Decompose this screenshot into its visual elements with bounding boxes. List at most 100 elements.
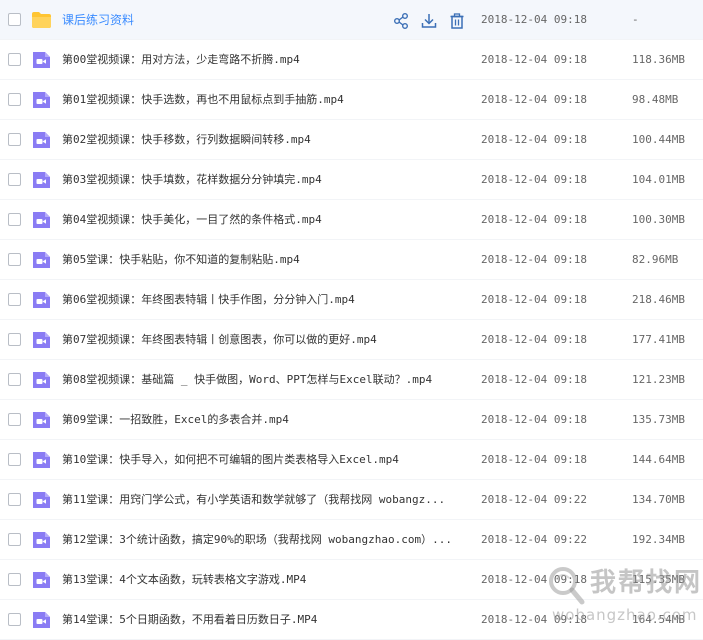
file-row[interactable]: 第05堂课：快手粘贴，你不知道的复制粘贴.mp4 2018-12-04 09:18… — [0, 240, 703, 280]
file-date: 2018-12-04 09:18 — [481, 213, 587, 226]
file-size: - — [632, 13, 639, 26]
row-checkbox[interactable] — [8, 173, 21, 186]
delete-icon[interactable] — [448, 12, 466, 30]
file-size: 192.34MB — [632, 533, 685, 546]
row-checkbox[interactable] — [8, 293, 21, 306]
video-file-icon — [31, 610, 52, 630]
row-checkbox[interactable] — [8, 453, 21, 466]
file-name-link[interactable]: 第14堂课：5个日期函数，不用看着日历数日子.MP4 — [62, 600, 317, 640]
file-row[interactable]: 第01堂视频课：快手选数，再也不用鼠标点到手抽筋.mp4 2018-12-04 0… — [0, 80, 703, 120]
file-size: 100.44MB — [632, 133, 685, 146]
row-checkbox[interactable] — [8, 493, 21, 506]
video-file-icon — [31, 570, 52, 590]
file-size: 98.48MB — [632, 93, 679, 106]
row-checkbox[interactable] — [8, 133, 21, 146]
file-size: 104.01MB — [632, 173, 685, 186]
file-date: 2018-12-04 09:18 — [481, 173, 587, 186]
file-row[interactable]: 第09堂课：一招致胜，Excel的多表合并.mp4 2018-12-04 09:1… — [0, 400, 703, 440]
file-size: 135.73MB — [632, 413, 685, 426]
video-file-icon — [31, 130, 52, 150]
file-name-link[interactable]: 第11堂课：用窍门学公式，有小学英语和数学就够了（我帮找网 wobangz... — [62, 480, 445, 520]
file-row[interactable]: 第07堂视频课：年终图表特辑丨创意图表，你可以做的更好.mp4 2018-12-0… — [0, 320, 703, 360]
file-date: 2018-12-04 09:18 — [481, 333, 587, 346]
row-checkbox[interactable] — [8, 93, 21, 106]
download-icon[interactable] — [420, 12, 438, 30]
file-name-link[interactable]: 第06堂视频课：年终图表特辑丨快手作图，分分钟入门.mp4 — [62, 280, 355, 320]
folder-name-link[interactable]: 课后练习资料 — [62, 0, 134, 40]
file-name-link[interactable]: 第02堂视频课：快手移数，行列数据瞬间转移.mp4 — [62, 120, 311, 160]
video-file-icon — [31, 410, 52, 430]
file-name-link[interactable]: 第12堂课：3个统计函数，搞定90%的职场（我帮找网 wobangzhao.co… — [62, 520, 452, 560]
row-checkbox[interactable] — [8, 213, 21, 226]
file-date: 2018-12-04 09:18 — [481, 133, 587, 146]
file-row[interactable]: 第10堂课：快手导入，如何把不可编辑的图片类表格导入Excel.mp4 2018-… — [0, 440, 703, 480]
video-file-icon — [31, 170, 52, 190]
file-row[interactable]: 第03堂视频课：快手填数，花样数据分分钟填完.mp4 2018-12-04 09:… — [0, 160, 703, 200]
row-checkbox[interactable] — [8, 573, 21, 586]
file-row[interactable]: 第02堂视频课：快手移数，行列数据瞬间转移.mp4 2018-12-04 09:1… — [0, 120, 703, 160]
file-date: 2018-12-04 09:22 — [481, 493, 587, 506]
file-date: 2018-12-04 09:18 — [481, 253, 587, 266]
file-name-link[interactable]: 第10堂课：快手导入，如何把不可编辑的图片类表格导入Excel.mp4 — [62, 440, 399, 480]
file-size: 100.30MB — [632, 213, 685, 226]
file-size: 144.64MB — [632, 453, 685, 466]
row-checkbox[interactable] — [8, 613, 21, 626]
video-file-icon — [31, 290, 52, 310]
file-row[interactable]: 第14堂课：5个日期函数，不用看着日历数日子.MP4 2018-12-04 09:… — [0, 600, 703, 640]
file-date: 2018-12-04 09:18 — [481, 373, 587, 386]
file-size: 134.70MB — [632, 493, 685, 506]
video-file-icon — [31, 530, 52, 550]
video-file-icon — [31, 210, 52, 230]
file-name-link[interactable]: 第00堂视频课：用对方法，少走弯路不折腾.mp4 — [62, 40, 300, 80]
file-row[interactable]: 第08堂视频课：基础篇 _ 快手做图，Word、PPT怎样与Excel联动？.m… — [0, 360, 703, 400]
file-row[interactable]: 第04堂视频课：快手美化，一目了然的条件格式.mp4 2018-12-04 09:… — [0, 200, 703, 240]
file-size: 115.35MB — [632, 573, 685, 586]
folder-icon — [31, 10, 52, 30]
file-name-link[interactable]: 第07堂视频课：年终图表特辑丨创意图表，你可以做的更好.mp4 — [62, 320, 377, 360]
file-date: 2018-12-04 09:18 — [481, 413, 587, 426]
video-file-icon — [31, 450, 52, 470]
file-date: 2018-12-04 09:22 — [481, 533, 587, 546]
video-file-icon — [31, 370, 52, 390]
file-name-link[interactable]: 第09堂课：一招致胜，Excel的多表合并.mp4 — [62, 400, 289, 440]
row-checkbox[interactable] — [8, 253, 21, 266]
file-date: 2018-12-04 09:18 — [481, 93, 587, 106]
row-checkbox[interactable] — [8, 13, 21, 26]
file-row[interactable]: 第11堂课：用窍门学公式，有小学英语和数学就够了（我帮找网 wobangz...… — [0, 480, 703, 520]
row-checkbox[interactable] — [8, 53, 21, 66]
file-row[interactable]: 第00堂视频课：用对方法，少走弯路不折腾.mp4 2018-12-04 09:18… — [0, 40, 703, 80]
file-size: 177.41MB — [632, 333, 685, 346]
file-size: 118.36MB — [632, 53, 685, 66]
file-size: 164.54MB — [632, 613, 685, 626]
file-row[interactable]: 第13堂课：4个文本函数，玩转表格文字游戏.MP4 2018-12-04 09:1… — [0, 560, 703, 600]
video-file-icon — [31, 490, 52, 510]
video-file-icon — [31, 90, 52, 110]
row-checkbox[interactable] — [8, 333, 21, 346]
file-date: 2018-12-04 09:18 — [481, 453, 587, 466]
file-name-link[interactable]: 第05堂课：快手粘贴，你不知道的复制粘贴.mp4 — [62, 240, 300, 280]
file-date: 2018-12-04 09:18 — [481, 293, 587, 306]
row-checkbox[interactable] — [8, 413, 21, 426]
video-file-icon — [31, 50, 52, 70]
row-checkbox[interactable] — [8, 533, 21, 546]
file-name-link[interactable]: 第13堂课：4个文本函数，玩转表格文字游戏.MP4 — [62, 560, 306, 600]
file-name-link[interactable]: 第01堂视频课：快手选数，再也不用鼠标点到手抽筋.mp4 — [62, 80, 344, 120]
file-date: 2018-12-04 09:18 — [481, 573, 587, 586]
file-list: 课后练习资料 2018-12-04 09:18 - 第00堂视频课：用对方法，少… — [0, 0, 703, 640]
file-size: 82.96MB — [632, 253, 679, 266]
video-file-icon — [31, 250, 52, 270]
share-icon[interactable] — [392, 12, 410, 30]
row-actions — [392, 12, 466, 30]
file-name-link[interactable]: 第08堂视频课：基础篇 _ 快手做图，Word、PPT怎样与Excel联动？.m… — [62, 360, 432, 400]
file-row[interactable]: 第06堂视频课：年终图表特辑丨快手作图，分分钟入门.mp4 2018-12-04 … — [0, 280, 703, 320]
row-checkbox[interactable] — [8, 373, 21, 386]
folder-row[interactable]: 课后练习资料 2018-12-04 09:18 - — [0, 0, 703, 40]
file-date: 2018-12-04 09:18 — [481, 53, 587, 66]
video-file-icon — [31, 330, 52, 350]
file-name-link[interactable]: 第03堂视频课：快手填数，花样数据分分钟填完.mp4 — [62, 160, 322, 200]
file-size: 121.23MB — [632, 373, 685, 386]
file-row[interactable]: 第12堂课：3个统计函数，搞定90%的职场（我帮找网 wobangzhao.co… — [0, 520, 703, 560]
file-name-link[interactable]: 第04堂视频课：快手美化，一目了然的条件格式.mp4 — [62, 200, 322, 240]
file-date: 2018-12-04 09:18 — [481, 613, 587, 626]
file-size: 218.46MB — [632, 293, 685, 306]
